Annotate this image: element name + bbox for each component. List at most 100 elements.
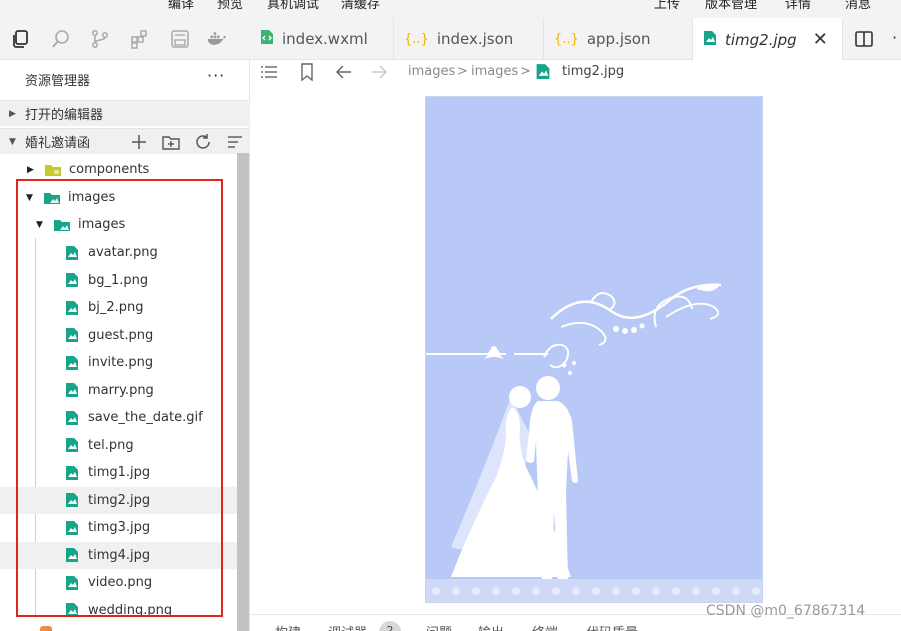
menu-clear-cache[interactable]: 清缓存 xyxy=(341,0,380,12)
tree-file-label: marry.png xyxy=(88,382,154,398)
tab-label: timg2.jpg xyxy=(725,30,797,49)
panel-tab-code-quality[interactable]: 代码质量 xyxy=(586,622,638,631)
breadcrumb-item[interactable]: images xyxy=(471,64,518,79)
tree-file-label: avatar.png xyxy=(88,245,158,260)
more-icon[interactable]: ··· xyxy=(207,66,225,85)
refresh-icon[interactable] xyxy=(194,133,212,151)
tree-file-row[interactable]: marry.png xyxy=(0,377,237,404)
menu-bar: 编译 预览 真机调试 清缓存 上传 版本管理 详情 消息 xyxy=(0,0,901,18)
sidebar-scrollbar[interactable] xyxy=(237,153,249,631)
tree-file-row[interactable]: timg1.jpg xyxy=(0,459,237,486)
editor-tabs: index.wxml {..} index.json {..} app.json… xyxy=(250,18,901,61)
menu-messages[interactable]: 消息 xyxy=(845,0,871,12)
source-control-icon[interactable] xyxy=(88,27,112,51)
tree-file-label: timg1.jpg xyxy=(88,465,151,480)
tree-folder-images[interactable]: ▼ images xyxy=(0,184,237,211)
tree-label: images xyxy=(68,190,116,205)
tab-app-json[interactable]: {..} app.json xyxy=(544,18,693,60)
tab-label: index.wxml xyxy=(282,30,368,48)
extensions-icon[interactable] xyxy=(128,27,152,51)
tree-file-row[interactable]: bg_1.png xyxy=(0,267,237,294)
tab-label: app.json xyxy=(586,30,651,48)
tree-label: components xyxy=(69,162,150,177)
tree-file-row[interactable]: invite.png xyxy=(0,349,237,376)
split-editor-icon[interactable] xyxy=(853,28,875,50)
tree-file-row[interactable]: timg2.jpg xyxy=(0,486,237,514)
tree-file-row[interactable]: bj_2.png xyxy=(0,294,237,321)
tab-timg2-jpg[interactable]: timg2.jpg ✕ xyxy=(693,18,843,61)
breadcrumb-separator: > xyxy=(520,64,531,79)
collapse-all-icon[interactable] xyxy=(226,133,244,151)
add-file-icon[interactable] xyxy=(130,133,148,151)
panel-tab-output[interactable]: 输出 xyxy=(478,622,504,631)
panel-tab-problems[interactable]: 问题 xyxy=(426,622,452,631)
tree-file-row[interactable]: guest.png xyxy=(0,322,237,349)
menu-details[interactable]: 详情 xyxy=(785,0,811,12)
panel-tab-terminal[interactable]: 终端 xyxy=(532,622,558,631)
tree-file-row[interactable]: video.png xyxy=(0,569,237,596)
image-file-icon xyxy=(66,575,78,590)
chevron-down-icon: ▼ xyxy=(36,219,43,230)
image-file-icon xyxy=(66,520,78,535)
explorer-icon[interactable] xyxy=(8,27,32,51)
project-name: 婚礼邀请函 xyxy=(25,136,91,151)
add-folder-icon[interactable] xyxy=(162,133,180,151)
tree-folder-components[interactable]: ▶ components xyxy=(0,156,237,183)
close-icon[interactable]: ✕ xyxy=(813,29,828,50)
wxml-file-icon xyxy=(260,29,274,49)
breadcrumb: images > images > timg2.jpg xyxy=(250,60,901,84)
more-actions-icon[interactable]: · xyxy=(892,28,897,47)
menu-upload[interactable]: 上传 xyxy=(654,0,680,12)
folder-icon xyxy=(45,164,61,176)
watermark: CSDN @m0_67867314 xyxy=(706,603,866,619)
tree-file-row[interactable]: tel.png xyxy=(0,432,237,459)
section-label: 打开的编辑器 xyxy=(25,108,104,123)
chevron-down-icon: ▼ xyxy=(26,192,33,203)
breadcrumb-separator: > xyxy=(457,64,468,79)
explorer-title: 资源管理器 xyxy=(25,74,91,89)
tab-index-json[interactable]: {..} index.json xyxy=(394,18,544,60)
image-file-icon xyxy=(66,603,78,617)
tree-file-row[interactable]: save_the_date.gif xyxy=(0,404,237,431)
image-file-icon xyxy=(66,410,78,425)
docker-icon[interactable] xyxy=(205,27,229,51)
bookmark-icon[interactable] xyxy=(297,62,317,82)
tree-file-label: timg2.jpg xyxy=(88,492,151,508)
panel-tab-build[interactable]: 构建 xyxy=(275,622,301,631)
tree-folder-images-inner[interactable]: ▼ images xyxy=(0,211,237,238)
tree-file-label: tel.png xyxy=(88,437,134,453)
image-file-icon xyxy=(66,438,78,452)
tree-file-row[interactable]: wedding.png xyxy=(0,597,237,624)
storage-icon[interactable] xyxy=(168,27,192,51)
tree-label: images xyxy=(78,217,126,232)
tree-file-row[interactable]: avatar.png xyxy=(0,239,237,266)
panel-tab-debugger[interactable]: 调试器 xyxy=(328,622,367,631)
tab-index-wxml[interactable]: index.wxml xyxy=(250,18,394,60)
list-icon[interactable] xyxy=(259,62,279,82)
tab-label: index.json xyxy=(436,30,514,48)
back-arrow-icon[interactable] xyxy=(334,62,354,82)
folder-open-icon xyxy=(44,192,60,204)
image-file-icon xyxy=(66,328,78,342)
menu-version[interactable]: 版本管理 xyxy=(705,0,757,12)
menu-compile[interactable]: 编译 xyxy=(168,0,194,12)
search-icon[interactable] xyxy=(49,27,73,51)
breadcrumb-current: timg2.jpg xyxy=(562,64,625,79)
menu-preview[interactable]: 预览 xyxy=(217,0,243,12)
image-file-icon xyxy=(66,245,78,260)
json-file-icon: {..} xyxy=(554,31,579,47)
section-open-editors[interactable]: ▶ 打开的编辑器 xyxy=(0,100,250,126)
tree-file-label: bg_1.png xyxy=(88,272,149,288)
section-project[interactable]: ▼ 婚礼邀请函 xyxy=(0,128,250,154)
problems-count-badge: 2 xyxy=(379,621,401,631)
image-file-icon xyxy=(66,548,78,562)
tree-file-row[interactable]: timg4.jpg xyxy=(0,541,237,569)
folder-open-icon xyxy=(54,219,70,231)
image-file-icon xyxy=(66,383,78,397)
forward-arrow-icon[interactable] xyxy=(369,62,389,82)
tree-file-row[interactable]: timg3.jpg xyxy=(0,514,237,541)
json-file-icon: {..} xyxy=(404,31,429,47)
menu-device-debug[interactable]: 真机调试 xyxy=(267,0,319,12)
image-file-icon xyxy=(536,64,550,79)
breadcrumb-item[interactable]: images xyxy=(408,64,455,79)
